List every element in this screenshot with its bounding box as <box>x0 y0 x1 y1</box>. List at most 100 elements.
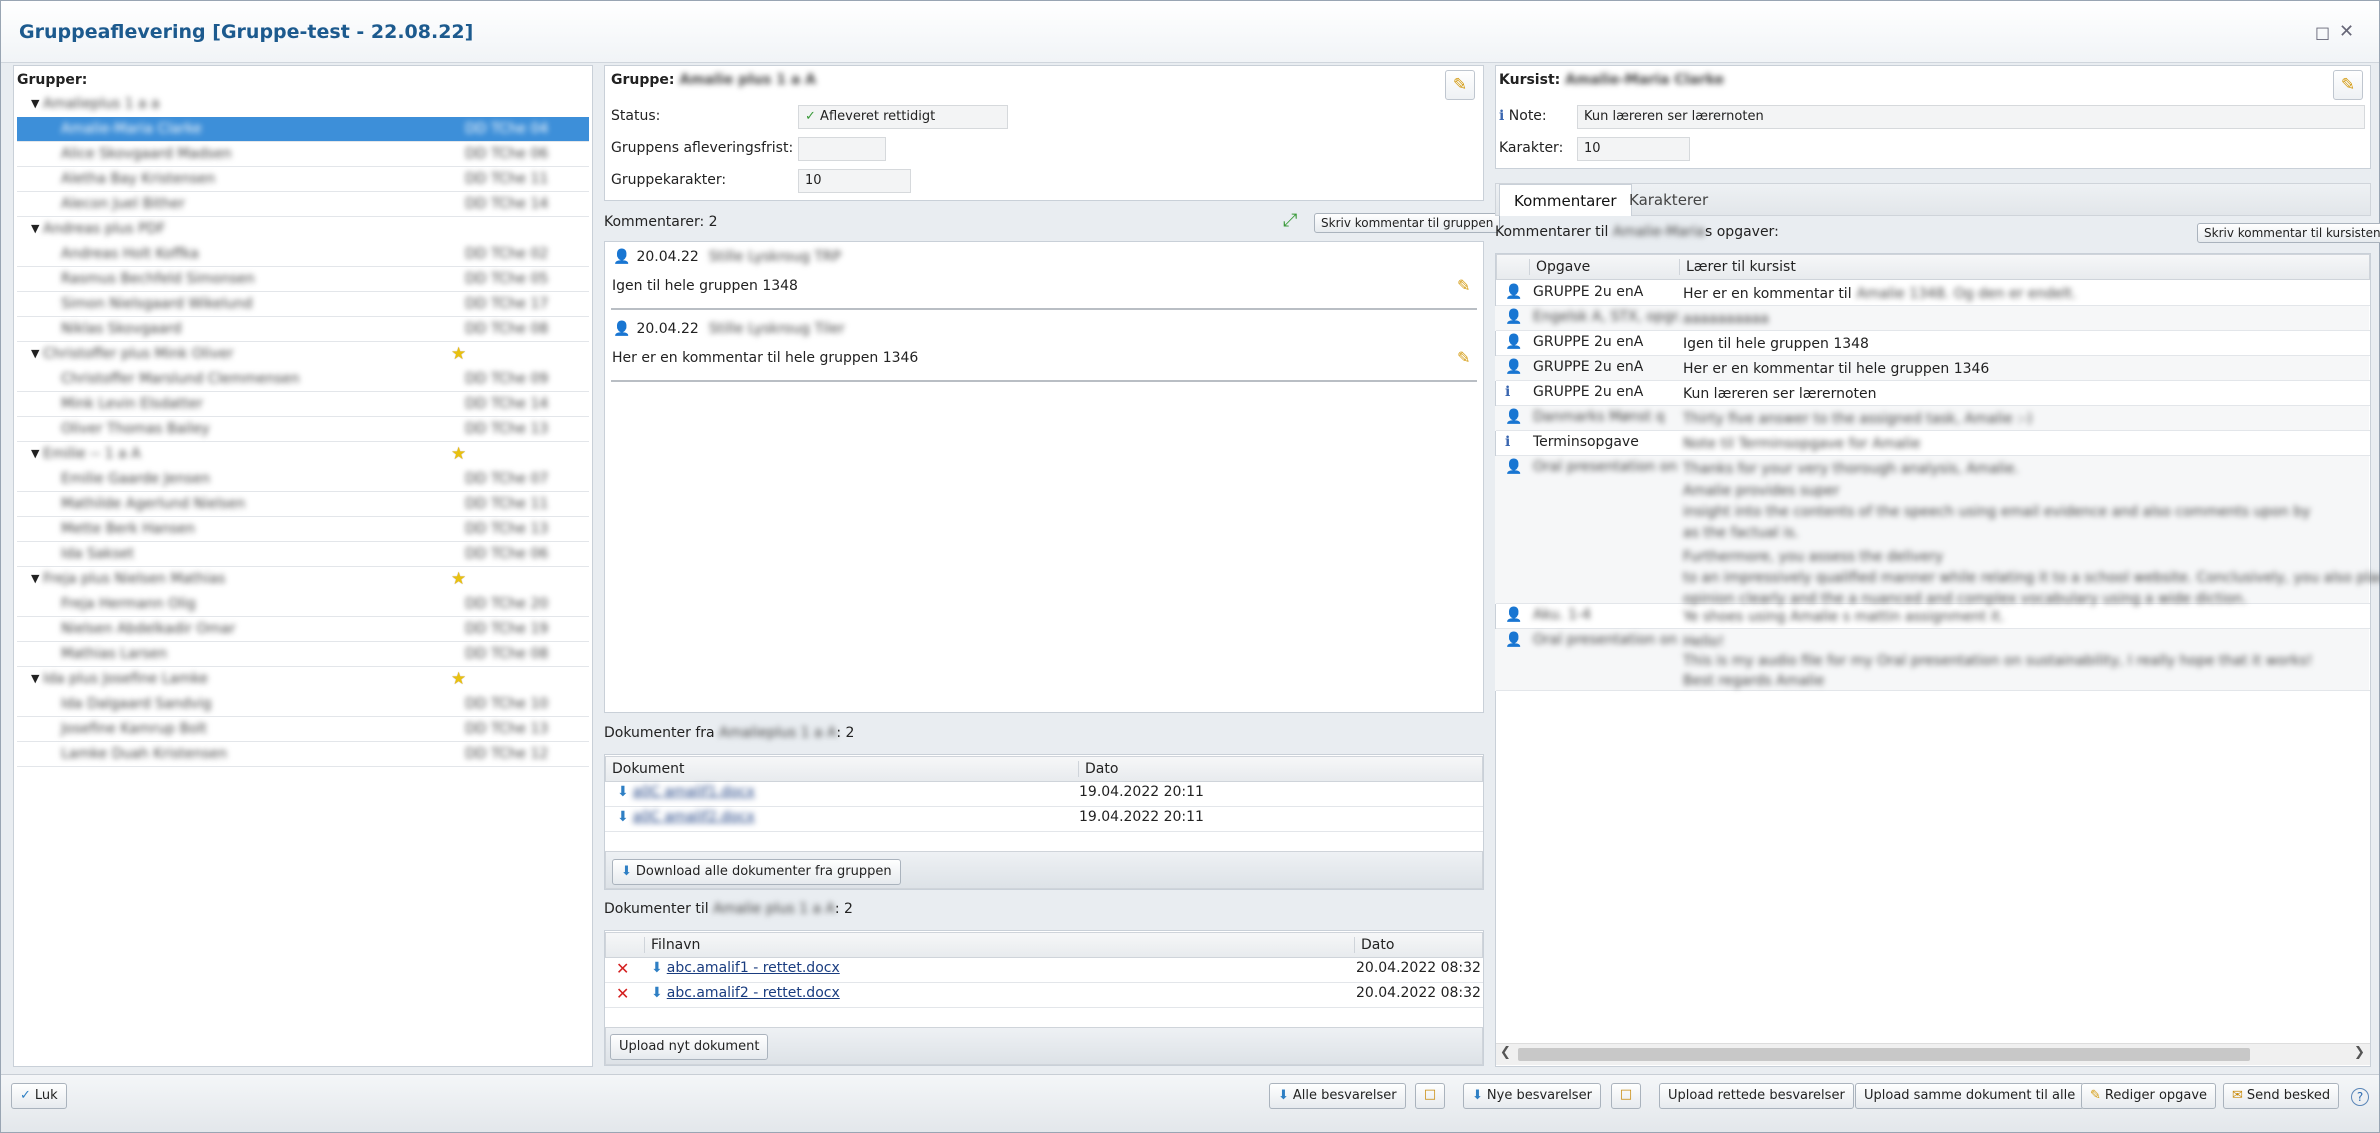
status-label: Status: <box>611 108 661 124</box>
tab-kommentarer[interactable]: Kommentarer <box>1499 184 1632 216</box>
person-icon: 👤 <box>1505 284 1523 300</box>
star-icon[interactable]: ★ <box>451 569 466 589</box>
scroll-left-icon[interactable]: ❮ <box>1500 1045 1511 1060</box>
edit-task-label: Rediger opgave <box>2104 1088 2208 1103</box>
chevron-down-icon[interactable]: ▼ <box>31 447 39 460</box>
chevron-down-icon[interactable]: ▼ <box>31 97 39 110</box>
edit-comment-icon[interactable]: ✎ <box>1457 276 1470 295</box>
table-row[interactable]: i GRUPPE 2u enA Kun læreren ser lærernoten <box>1495 381 2369 406</box>
member-name: Oliver Thomas Bailey <box>61 421 210 437</box>
tree-member-row[interactable]: Christoffer Marslund Clemmensen DD TChe 0… <box>17 367 589 392</box>
comments-to-suffix: s opgaver: <box>1705 224 1779 240</box>
delete-icon[interactable]: ✕ <box>616 959 629 978</box>
tree-member-row[interactable]: Andreas Holt Koffka DD TChe 02 <box>17 242 589 267</box>
table-row[interactable]: 👤 GRUPPE 2u enA Her er en kommentar til he… <box>1495 356 2369 381</box>
tree-member-row[interactable]: Mathias Larsen DD TChe 08 <box>17 642 589 667</box>
download-all-button[interactable]: ⬇ Download alle dokumenter fra gruppen <box>612 859 901 885</box>
table-row[interactable]: 👤 GRUPPE 2u enA Igen til hele gruppen 1348 <box>1495 331 2369 356</box>
upload-corrected-button[interactable]: Upload rettede besvarelser <box>1659 1083 1854 1109</box>
scrollbar-thumb[interactable] <box>1518 1048 2250 1061</box>
horizontal-scrollbar[interactable]: ❮ ❯ <box>1496 1043 2370 1065</box>
maximize-icon[interactable]: □ <box>2315 23 2330 42</box>
tree-member-row[interactable]: Amalie-Maria Clarke DD TChe 04 <box>17 117 589 142</box>
table-row[interactable]: 👤 Danmarks Mønst q Thirty five answer to t… <box>1495 406 2369 431</box>
tree-group-row[interactable]: ▼ Freja plus Nielsen Mathias ★ <box>17 567 589 592</box>
expand-icon[interactable]: ⤢ <box>1283 210 1297 231</box>
tree-member-row[interactable]: Mette Berk Hansen DD TChe 13 <box>17 517 589 542</box>
deadline-field[interactable] <box>798 137 886 161</box>
new-answers-button[interactable]: ⬇ Nye besvarelser <box>1463 1083 1601 1109</box>
tab-karakterer[interactable]: Karakterer <box>1615 184 1722 216</box>
close-icon[interactable]: ✕ <box>2339 21 2354 42</box>
edit-comment-icon[interactable]: ✎ <box>1457 348 1470 367</box>
all-answers-label: Alle besvarelser <box>1292 1088 1397 1103</box>
table-row[interactable]: 👤 GRUPPE 2u enA Her er en kommentar til Ama… <box>1495 281 2369 306</box>
group-name: Christoffer plus Mink Oliver <box>43 346 234 362</box>
tree-member-row[interactable]: Aletha Bay Kristensen DD TChe 11 <box>17 167 589 192</box>
tree-member-row[interactable]: Josefine Kamrup Bolt DD TChe 13 <box>17 717 589 742</box>
tree-member-row[interactable]: Mink Levin Elsdatter DD TChe 14 <box>17 392 589 417</box>
tree-group-row[interactable]: ▼ Ida plus Josefine Lamke ★ <box>17 667 589 692</box>
edit-task-button[interactable]: ✎ Rediger opgave <box>2081 1083 2217 1109</box>
tree-member-row[interactable]: Rasmus Bechfeld Simonsen DD TChe 05 <box>17 267 589 292</box>
all-answers-print-button[interactable]: □ <box>1415 1083 1445 1109</box>
table-row[interactable]: i Terminsopgave Note til Terminsopgave for… <box>1495 431 2369 456</box>
member-date: DD TChe 05 <box>465 271 549 287</box>
tree-group-row[interactable]: ▼ Emilie -- 1 a A ★ <box>17 442 589 467</box>
scroll-right-icon[interactable]: ❯ <box>2354 1045 2365 1060</box>
chevron-down-icon[interactable]: ▼ <box>31 672 39 685</box>
tree-member-row[interactable]: Alecon Juel Bither DD TChe 14 <box>17 192 589 217</box>
all-answers-button[interactable]: ⬇ Alle besvarelser <box>1269 1083 1406 1109</box>
check-icon: ✓ <box>20 1088 31 1103</box>
chevron-down-icon[interactable]: ▼ <box>31 347 39 360</box>
document-date: 19.04.2022 20:11 <box>1079 809 1204 825</box>
note-field[interactable]: Kun læreren ser lærernoten <box>1577 105 2365 129</box>
member-name: Mette Berk Hansen <box>61 521 196 537</box>
close-button[interactable]: ✓ Luk <box>11 1083 67 1109</box>
send-message-button[interactable]: ✉ Send besked <box>2223 1083 2340 1109</box>
row-separator <box>605 806 1483 807</box>
tree-member-row[interactable]: Lamke Duah Kristensen DD TChe 12 <box>17 742 589 767</box>
help-icon[interactable]: ? <box>2351 1088 2369 1106</box>
tree-member-row[interactable]: Ida Sakset DD TChe 06 <box>17 542 589 567</box>
table-row[interactable]: 👤 Aku. 1-4 Ye shoes using Amalie s mattin … <box>1495 604 2369 629</box>
status-value: Afleveret rettidigt <box>820 109 936 124</box>
upload-same-button[interactable]: Upload samme dokument til alle <box>1855 1083 2085 1109</box>
upload-new-document-button[interactable]: Upload nyt dokument <box>610 1034 769 1060</box>
edit-group-button[interactable]: ✎ <box>1445 70 1475 100</box>
comment-text: Her er en kommentar til Amalie 1348. Og d… <box>1683 284 2077 305</box>
chevron-down-icon[interactable]: ▼ <box>31 222 39 235</box>
tree-group-row[interactable]: ▼ Andreas plus PDF <box>17 217 589 242</box>
corrected-document-link[interactable]: ⬇ abc.amalif2 - rettet.docx <box>651 985 840 1001</box>
edit-student-button[interactable]: ✎ <box>2333 70 2363 100</box>
tree-member-row[interactable]: Simon Nielsgaard Wikelund DD TChe 17 <box>17 292 589 317</box>
chevron-down-icon[interactable]: ▼ <box>31 572 39 585</box>
comment-text-blurred: Thanks for your very thorough analysis, … <box>1683 461 2019 477</box>
docs-from-group: Amalieplus 1 a A <box>719 725 837 741</box>
document-link[interactable]: ⬇ a0C amalif2.docx <box>617 809 755 825</box>
tree-member-row[interactable]: Niklas Skovgaard DD TChe 08 <box>17 317 589 342</box>
star-icon[interactable]: ★ <box>451 344 466 364</box>
tree-member-row[interactable]: Oliver Thomas Bailey DD TChe 13 <box>17 417 589 442</box>
star-icon[interactable]: ★ <box>451 669 466 689</box>
student-grade-field[interactable]: 10 <box>1577 137 1690 161</box>
table-row[interactable]: 👤 Engelsk A, STX, opgr. aaaaaaaaaa <box>1495 306 2369 331</box>
tree-member-row[interactable]: Ida Dalgaard Sandvig DD TChe 10 <box>17 692 589 717</box>
new-answers-print-button[interactable]: □ <box>1611 1083 1641 1109</box>
group-grade-field[interactable]: 10 <box>798 169 911 193</box>
tree-member-row[interactable]: Freja Hermann Olig DD TChe 20 <box>17 592 589 617</box>
tree-member-row[interactable]: Alice Skovgaard Madsen DD TChe 06 <box>17 142 589 167</box>
star-icon[interactable]: ★ <box>451 444 466 464</box>
group-header: Gruppe: Amalie plus 1 a A <box>611 72 816 88</box>
corrected-document-link[interactable]: ⬇ abc.amalif1 - rettet.docx <box>651 960 840 976</box>
delete-icon[interactable]: ✕ <box>616 984 629 1003</box>
tree-member-row[interactable]: Mathilde Agerlund Nielsen DD TChe 11 <box>17 492 589 517</box>
tree-group-row[interactable]: ▼ Christoffer plus Mink Oliver ★ <box>17 342 589 367</box>
member-date: DD TChe 12 <box>465 746 549 762</box>
tree-member-row[interactable]: Emilie Gaarde Jensen DD TChe 07 <box>17 467 589 492</box>
write-student-comment-button[interactable]: Skriv kommentar til kursisten <box>2197 223 2380 243</box>
tree-group-row[interactable]: ▼ Amalieplus 1 a a <box>17 92 589 117</box>
write-group-comment-button[interactable]: Skriv kommentar til gruppen <box>1314 213 1501 233</box>
document-link[interactable]: ⬇ a0C amalif1.docx <box>617 784 755 800</box>
tree-member-row[interactable]: Nielsen Abdelkadir Omar DD TChe 19 <box>17 617 589 642</box>
